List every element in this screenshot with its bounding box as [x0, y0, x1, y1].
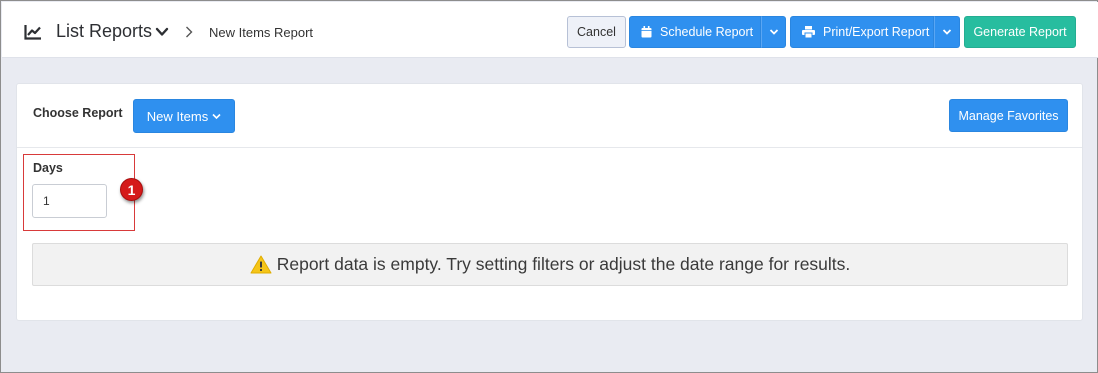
days-input[interactable]	[32, 184, 107, 218]
callout-marker: 1	[120, 178, 143, 201]
print-export-dropdown[interactable]	[934, 16, 960, 48]
schedule-report-dropdown[interactable]	[761, 16, 786, 48]
app-window: List Reports New Items Report Cancel Sch…	[0, 0, 1098, 373]
cancel-button[interactable]: Cancel	[567, 16, 626, 48]
top-bar: List Reports New Items Report Cancel Sch…	[2, 2, 1098, 58]
line-chart-icon	[24, 25, 41, 40]
report-card: Choose Report New Items Manage Favorites…	[16, 83, 1083, 321]
chevron-down-icon	[769, 29, 778, 35]
printer-icon	[802, 26, 815, 38]
schedule-report-button[interactable]: Schedule Report	[629, 16, 761, 48]
chevron-down-icon[interactable]	[155, 26, 169, 38]
calendar-icon	[641, 26, 652, 38]
days-label: Days	[33, 161, 63, 175]
report-select-value: New Items	[146, 108, 209, 124]
empty-report-alert: Report data is empty. Try setting filter…	[32, 243, 1068, 286]
schedule-report-label: Schedule Report	[660, 25, 754, 39]
generate-report-button[interactable]: Generate Report	[964, 16, 1076, 48]
page-title[interactable]: List Reports	[56, 21, 152, 42]
breadcrumb-current: New Items Report	[209, 25, 314, 40]
choose-report-label: Choose Report	[33, 106, 123, 120]
print-export-button[interactable]: Print/Export Report	[790, 16, 934, 48]
chevron-down-icon	[212, 113, 221, 119]
report-select-dropdown[interactable]: New Items	[133, 99, 235, 133]
chevron-down-icon	[942, 29, 952, 35]
print-export-label: Print/Export Report	[823, 25, 930, 39]
manage-favorites-button[interactable]: Manage Favorites	[949, 99, 1068, 132]
warning-icon	[250, 255, 272, 274]
breadcrumb-separator-icon	[186, 26, 193, 38]
alert-message: Report data is empty. Try setting filter…	[276, 254, 851, 274]
divider	[17, 147, 1082, 148]
